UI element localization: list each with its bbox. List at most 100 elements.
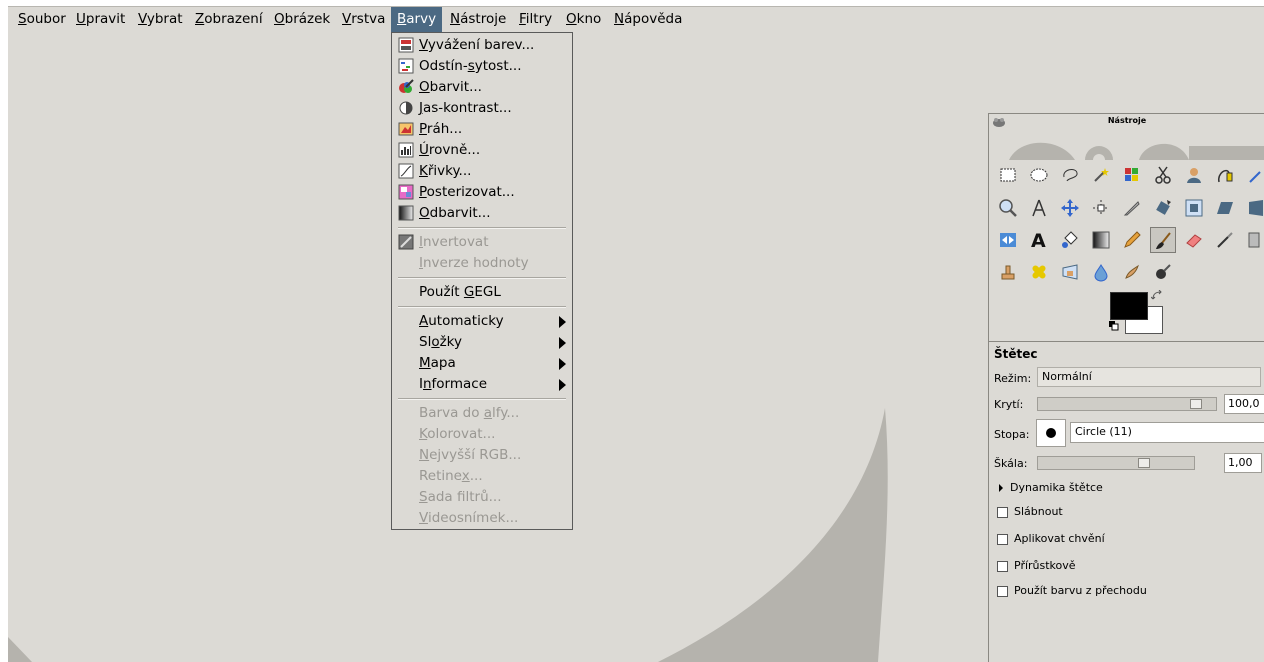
scissors-tool[interactable]: [1150, 162, 1176, 188]
gradient-color-checkbox[interactable]: [997, 586, 1008, 597]
menu-colors[interactable]: Barvy: [391, 7, 443, 32]
ellipse-select-tool[interactable]: [1026, 162, 1052, 188]
menu-item-video: Videosnímek...: [419, 510, 519, 526]
menu-layer[interactable]: Vrstva: [339, 7, 388, 32]
blend-tool[interactable]: [1088, 227, 1114, 253]
rotate-tool[interactable]: [1150, 195, 1176, 221]
menu-select[interactable]: Vybrat: [135, 7, 186, 32]
menu-item-gegl[interactable]: Použít GEGL: [392, 282, 572, 303]
foreground-select-icon: [1187, 168, 1201, 183]
brush-name-field[interactable]: Circle (11): [1070, 422, 1264, 443]
menu-item-map[interactable]: Mapa: [392, 353, 572, 374]
toolbox-wilber-banner: [1009, 142, 1264, 160]
fade-checkbox[interactable]: [997, 507, 1008, 518]
menu-item-hue-saturation[interactable]: Odstín-sytost...: [392, 56, 572, 77]
menu-item-desaturate[interactable]: Odbarvit...: [392, 203, 572, 224]
clone-tool[interactable]: [995, 259, 1021, 285]
invert-icon: [398, 234, 414, 250]
expander-arrow-icon[interactable]: [999, 484, 1003, 492]
foreground-select-tool[interactable]: [1181, 162, 1207, 188]
jitter-checkbox[interactable]: [997, 534, 1008, 545]
menu-tools[interactable]: Nástroje: [447, 7, 509, 32]
clone-stamp-icon: [1001, 265, 1015, 280]
water-drop-icon: [1094, 264, 1108, 282]
swap-colors-icon[interactable]: [1151, 290, 1163, 302]
align-tool[interactable]: [1088, 195, 1114, 221]
select-by-color-tool[interactable]: [1119, 162, 1145, 188]
menu-item-auto[interactable]: Automaticky: [392, 311, 572, 332]
brush-dynamics-expander[interactable]: Dynamika štětce: [1010, 481, 1103, 494]
submenu-arrow-icon: [559, 358, 566, 370]
brush-label: Stopa:: [994, 428, 1030, 441]
foreground-color-swatch[interactable]: [1110, 292, 1148, 320]
paths-tool[interactable]: [1212, 162, 1238, 188]
menu-separator: [398, 306, 566, 308]
menu-item-color-balance[interactable]: Vyvážení barev...: [392, 35, 572, 56]
menu-view[interactable]: Zobrazení: [192, 7, 266, 32]
opacity-slider-knob[interactable]: [1190, 399, 1202, 409]
scale-icon: [1185, 199, 1203, 217]
eraser-tool[interactable]: [1181, 227, 1207, 253]
menu-separator: [398, 277, 566, 279]
crop-tool[interactable]: [1119, 195, 1145, 221]
scale-slider-knob[interactable]: [1138, 458, 1150, 468]
heal-tool[interactable]: [1026, 259, 1052, 285]
bucket-fill-tool[interactable]: [1057, 227, 1083, 253]
menu-item-value-invert: Inverze hodnoty: [419, 255, 529, 271]
menu-item-threshold[interactable]: Práh...: [392, 119, 572, 140]
measure-tool[interactable]: [1026, 195, 1052, 221]
mode-label: Režim:: [994, 372, 1032, 385]
menu-item-posterize[interactable]: Posterizovat...: [392, 182, 572, 203]
dodge-burn-tool[interactable]: [1150, 259, 1176, 285]
free-select-tool[interactable]: [1057, 162, 1083, 188]
menu-help[interactable]: Nápověda: [611, 7, 685, 32]
menu-item-levels[interactable]: Úrovně...: [392, 140, 572, 161]
reset-colors-icon[interactable]: [1109, 321, 1119, 331]
toolbox-title: Nástroje: [1107, 116, 1147, 125]
menu-windows[interactable]: Okno: [563, 7, 604, 32]
smudge-tool[interactable]: [1119, 259, 1145, 285]
menu-item-curves[interactable]: Křivky...: [392, 161, 572, 182]
scale-spinbox[interactable]: 1,00: [1224, 453, 1262, 473]
blur-tool[interactable]: [1088, 259, 1114, 285]
move-tool[interactable]: [1057, 195, 1083, 221]
scale-slider[interactable]: [1037, 456, 1195, 470]
menu-filters[interactable]: Filtry: [516, 7, 555, 32]
flip-icon: [1000, 233, 1016, 247]
color-picker-tool[interactable]: [1243, 162, 1264, 188]
mode-dropdown[interactable]: Normální: [1037, 367, 1261, 387]
menu-item-retinex: Retinex...: [419, 468, 483, 484]
pencil-icon: [1124, 231, 1141, 248]
menu-item-brightness-contrast[interactable]: Jas-kontrast...: [392, 98, 572, 119]
menu-edit[interactable]: Upravit: [73, 7, 128, 32]
paintbrush-tool[interactable]: [1150, 227, 1176, 253]
flip-tool[interactable]: [995, 227, 1021, 253]
menu-image[interactable]: Obrázek: [271, 7, 333, 32]
airbrush-tool[interactable]: [1212, 227, 1238, 253]
opacity-spinbox[interactable]: 100,0: [1224, 394, 1264, 414]
menu-item-colorize[interactable]: Obarvit...: [392, 77, 572, 98]
ink-tool[interactable]: [1243, 227, 1264, 253]
text-a-icon: A: [1031, 230, 1046, 250]
curves-icon: [398, 163, 414, 179]
opacity-slider[interactable]: [1037, 397, 1217, 411]
incremental-checkbox[interactable]: [997, 561, 1008, 572]
levels-icon: [398, 142, 414, 158]
shear-tool[interactable]: [1212, 195, 1238, 221]
fade-label: Slábnout: [1014, 505, 1063, 518]
brush-preview-button[interactable]: [1036, 419, 1066, 447]
perspective-clone-icon: [1062, 264, 1078, 280]
scale-tool[interactable]: [1181, 195, 1207, 221]
menu-item-components[interactable]: Složky: [392, 332, 572, 353]
perspective-clone-tool[interactable]: [1057, 259, 1083, 285]
pencil-tool[interactable]: [1119, 227, 1145, 253]
text-tool[interactable]: A: [1026, 227, 1052, 253]
menu-file[interactable]: Soubor: [15, 7, 69, 32]
rect-select-tool[interactable]: [995, 162, 1021, 188]
perspective-tool[interactable]: [1243, 195, 1264, 221]
compass-icon: [1032, 199, 1046, 217]
paintbrush-icon: [1156, 232, 1171, 249]
menu-item-info[interactable]: Informace: [392, 374, 572, 395]
zoom-tool[interactable]: [995, 195, 1021, 221]
fuzzy-select-tool[interactable]: [1088, 162, 1114, 188]
